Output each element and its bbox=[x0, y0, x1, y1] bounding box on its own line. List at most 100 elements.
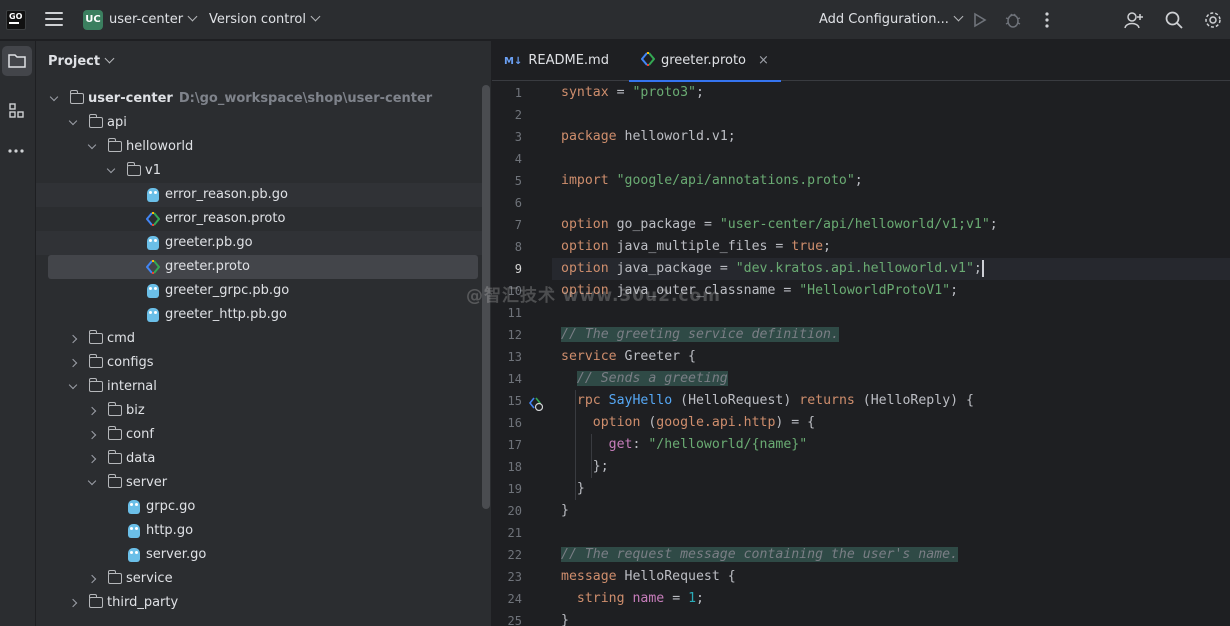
chevron-right-icon[interactable] bbox=[87, 574, 97, 584]
tree-item-label: third_party bbox=[107, 595, 179, 610]
folder-icon bbox=[126, 162, 141, 176]
project-header-label: Project bbox=[48, 54, 101, 69]
tree-item-label: http.go bbox=[146, 523, 194, 538]
project-folder-icon[interactable] bbox=[2, 46, 32, 76]
vcs-label: Version control bbox=[209, 12, 306, 27]
tree-item-third-party[interactable]: third_party bbox=[36, 591, 482, 615]
tree-item-greeter-proto[interactable]: greeter.proto bbox=[48, 255, 478, 279]
tree-item-label: user-center D:\go_workspace\shop\user-cen… bbox=[88, 91, 433, 106]
chevron-right-icon[interactable] bbox=[87, 430, 97, 440]
chevron-right-icon[interactable] bbox=[68, 358, 78, 368]
line-number: 14 bbox=[507, 372, 522, 386]
code-line: option java_package = "dev.kratos.api.he… bbox=[561, 259, 984, 277]
code-line: message HelloRequest { bbox=[561, 569, 736, 584]
tree-item-configs[interactable]: configs bbox=[36, 351, 482, 375]
more-vert-icon[interactable] bbox=[1037, 10, 1057, 30]
line-number: 9 bbox=[514, 262, 522, 276]
tree-item-label: greeter_http.pb.go bbox=[165, 307, 287, 322]
tab-greeter-proto[interactable]: greeter.proto × bbox=[629, 41, 781, 82]
debug-icon[interactable] bbox=[1003, 10, 1023, 30]
tree-item-label: api bbox=[107, 115, 127, 130]
chevron-down-icon bbox=[187, 11, 198, 22]
chevron-right-icon[interactable] bbox=[87, 454, 97, 464]
editor-tab-bar: M↓ README.md greeter.proto × bbox=[492, 41, 1230, 82]
tree-item-path: D:\go_workspace\shop\user-center bbox=[178, 91, 433, 106]
line-number: 17 bbox=[507, 438, 522, 452]
more-tools-icon[interactable] bbox=[2, 136, 32, 166]
tree-item-helloworld[interactable]: helloworld bbox=[36, 135, 482, 159]
tool-window-strip bbox=[0, 41, 36, 626]
tree-item-conf[interactable]: conf bbox=[36, 423, 482, 447]
tab-readme[interactable]: M↓ README.md bbox=[504, 41, 609, 81]
tree-item-http-go[interactable]: http.go bbox=[36, 519, 482, 543]
tree-item-biz[interactable]: biz bbox=[36, 399, 482, 423]
line-number: 21 bbox=[507, 526, 522, 540]
project-view-dropdown[interactable]: Project bbox=[48, 53, 115, 69]
tree-item-user-center[interactable]: user-center D:\go_workspace\shop\user-cen… bbox=[36, 87, 482, 111]
run-icon[interactable] bbox=[969, 10, 989, 30]
folder-icon bbox=[107, 474, 122, 488]
settings-icon[interactable] bbox=[1203, 10, 1223, 30]
chevron-right-icon[interactable] bbox=[68, 598, 78, 608]
goland-logo-icon[interactable]: GO bbox=[6, 10, 26, 30]
tree-item-label: internal bbox=[107, 379, 157, 394]
tree-item-data[interactable]: data bbox=[36, 447, 482, 471]
watermark: @智汇技术 www.30u2.com bbox=[466, 286, 721, 306]
hamburger-menu-icon[interactable] bbox=[45, 12, 63, 28]
tree-item-label: biz bbox=[126, 403, 145, 418]
line-number: 23 bbox=[507, 570, 522, 584]
close-icon[interactable]: × bbox=[758, 53, 769, 68]
line-number: 15 bbox=[507, 394, 522, 408]
line-number: 22 bbox=[507, 548, 522, 562]
folder-icon bbox=[88, 594, 103, 608]
go-file-icon bbox=[147, 284, 159, 298]
tree-item-cmd[interactable]: cmd bbox=[36, 327, 482, 351]
grpc-navigate-icon[interactable] bbox=[529, 397, 543, 411]
code-line: rpc SayHello (HelloRequest) returns (Hel… bbox=[576, 393, 974, 408]
tree-item-label: configs bbox=[107, 355, 154, 370]
code-line: } bbox=[561, 503, 569, 518]
folder-icon bbox=[88, 378, 103, 392]
proto-file-icon bbox=[146, 260, 160, 274]
tree-item-label: v1 bbox=[145, 163, 161, 178]
tree-item-greeter-grpc-pb-go[interactable]: greeter_grpc.pb.go bbox=[36, 279, 482, 303]
indent-guide bbox=[591, 434, 592, 478]
chevron-right-icon[interactable] bbox=[87, 406, 97, 416]
structure-icon[interactable] bbox=[2, 96, 32, 126]
tree-item-greeter-pb-go[interactable]: greeter.pb.go bbox=[36, 231, 482, 255]
chevron-down-icon[interactable] bbox=[49, 92, 59, 102]
tree-item-api[interactable]: api bbox=[36, 111, 482, 135]
tree-item-service[interactable]: service bbox=[36, 567, 482, 591]
tree-item-greeter-http-pb-go[interactable]: greeter_http.pb.go bbox=[36, 303, 482, 327]
tree-item-server[interactable]: server bbox=[36, 471, 482, 495]
line-number: 20 bbox=[507, 504, 522, 518]
tree-item-server-go[interactable]: server.go bbox=[36, 543, 482, 567]
line-number: 3 bbox=[514, 130, 522, 144]
markdown-icon: M↓ bbox=[504, 56, 523, 67]
tree-item-internal[interactable]: internal bbox=[36, 375, 482, 399]
tree-item-error-reason-pb-go[interactable]: error_reason.pb.go bbox=[36, 183, 482, 207]
line-number: 1 bbox=[514, 86, 522, 100]
folder-icon bbox=[107, 138, 122, 152]
chevron-down-icon[interactable] bbox=[68, 116, 78, 126]
tree-item-error-reason-proto[interactable]: error_reason.proto bbox=[36, 207, 482, 231]
run-configuration-dropdown[interactable]: Add Configuration... bbox=[819, 11, 964, 27]
version-control-menu[interactable]: Version control bbox=[209, 11, 321, 27]
search-icon[interactable] bbox=[1164, 10, 1184, 30]
tree-item-label: server bbox=[126, 475, 168, 490]
tree-item-grpc-go[interactable]: grpc.go bbox=[36, 495, 482, 519]
chevron-down-icon[interactable] bbox=[106, 164, 116, 174]
folder-icon bbox=[107, 426, 122, 440]
tree-item-label: error_reason.pb.go bbox=[165, 187, 288, 202]
add-user-icon[interactable] bbox=[1124, 10, 1144, 30]
folder-icon bbox=[69, 90, 84, 104]
tree-item-v1[interactable]: v1 bbox=[36, 159, 482, 183]
chevron-down-icon[interactable] bbox=[87, 140, 97, 150]
project-switcher[interactable]: user-center bbox=[109, 11, 198, 27]
project-badge[interactable]: UC bbox=[83, 10, 103, 30]
chevron-down-icon[interactable] bbox=[87, 476, 97, 486]
code-line: option (google.api.http) = { bbox=[592, 415, 816, 430]
go-file-icon bbox=[147, 188, 159, 202]
chevron-down-icon[interactable] bbox=[68, 380, 78, 390]
chevron-right-icon[interactable] bbox=[68, 334, 78, 344]
